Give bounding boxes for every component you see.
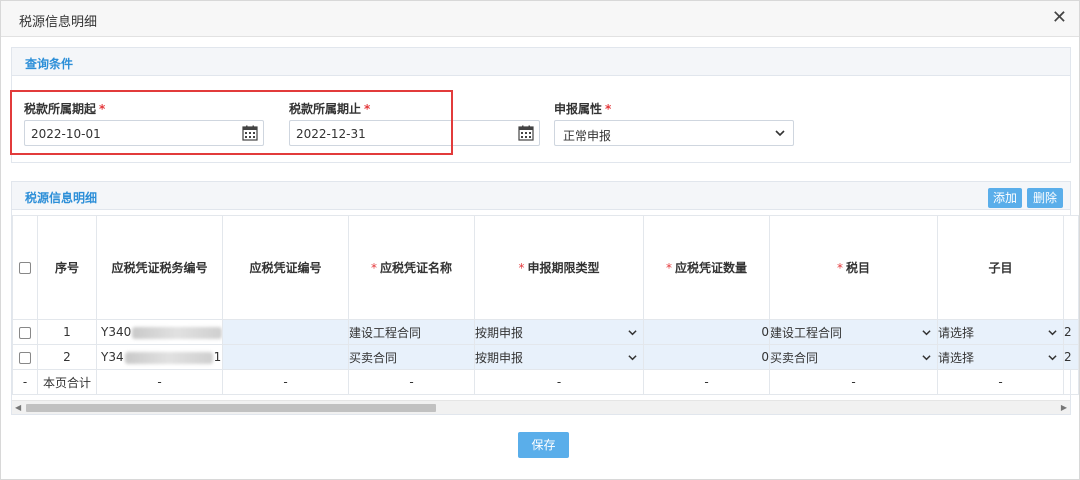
redacted-blur — [132, 326, 222, 339]
period-type-select[interactable]: 按期申报 — [474, 319, 644, 345]
save-button[interactable]: 保存 — [518, 432, 569, 458]
row-select-cell — [12, 319, 38, 345]
overflow-cell: 2 — [1063, 344, 1079, 370]
query-panel-header: 查询条件 — [12, 48, 1070, 76]
total-dash: - — [937, 369, 1064, 395]
chevron-down-icon — [1048, 330, 1057, 336]
detail-panel: 税源信息明细 添加 删除 序号 应税凭证税务编号 应税凭证编号 * 应税凭证名称 … — [11, 181, 1079, 415]
select-all-checkbox[interactable] — [19, 262, 31, 274]
voucher-name-cell: 建设工程合同 — [348, 319, 475, 345]
horizontal-scrollbar[interactable]: ◀ ▶ — [12, 400, 1070, 414]
sub-item-select[interactable]: 请选择 — [937, 344, 1064, 370]
col-header-required: * 申报期限类型 — [474, 215, 644, 320]
voucher-no-input[interactable] — [222, 344, 349, 370]
col-header — [1063, 215, 1079, 320]
tax-item-select[interactable]: 建设工程合同 — [769, 319, 938, 345]
date-range-highlight — [10, 90, 453, 155]
row-index: 1 — [37, 319, 97, 345]
quantity-input[interactable]: 0 — [643, 344, 770, 370]
chevron-down-icon — [628, 355, 637, 361]
table-row: 2 Y34105 买卖合同 按期申报 0 买卖合同 请选择 2 — [12, 344, 1079, 370]
total-dash: - — [12, 369, 38, 395]
total-row: - 本页合计 - - - - - - - — [12, 369, 1079, 395]
tax-no-cell: Y34105 — [96, 344, 223, 370]
chevron-down-icon — [775, 130, 785, 137]
total-empty — [1063, 369, 1079, 395]
chevron-down-icon — [628, 330, 637, 336]
select-all-cell — [12, 215, 38, 320]
quantity-input[interactable]: 0 — [643, 319, 770, 345]
required-mark: * — [605, 102, 612, 116]
declare-attr-label: 申报属性 * — [554, 102, 612, 116]
col-header: 序号 — [37, 215, 97, 320]
dialog-title: 税源信息明细 — [19, 15, 98, 30]
col-header: 应税凭证税务编号 — [96, 215, 223, 320]
delete-button[interactable]: 删除 — [1027, 188, 1063, 208]
table-header-row: 序号 应税凭证税务编号 应税凭证编号 * 应税凭证名称 * 申报期限类型 * 应税凭证… — [12, 215, 1079, 320]
col-header-required: * 应税凭证数量 — [643, 215, 770, 320]
row-checkbox[interactable] — [19, 351, 31, 364]
chevron-down-icon — [1048, 355, 1057, 361]
tax-source-dialog: 税源信息明细 ✕ 查询条件 税款所属期起 * 2022-10-01 税款所属期止 *… — [0, 0, 1080, 480]
col-header-required: * 税目 — [769, 215, 938, 320]
voucher-no-input[interactable] — [222, 319, 349, 345]
overflow-cell: 2 — [1063, 319, 1079, 345]
col-header: 子目 — [937, 215, 1064, 320]
col-header-required: * 应税凭证名称 — [348, 215, 475, 320]
col-header: 应税凭证编号 — [222, 215, 349, 320]
tax-item-select[interactable]: 买卖合同 — [769, 344, 938, 370]
total-dash: - — [643, 369, 770, 395]
period-type-select[interactable]: 按期申报 — [474, 344, 644, 370]
redacted-blur — [124, 351, 213, 364]
total-label: 本页合计 — [37, 369, 97, 395]
total-dash: - — [474, 369, 644, 395]
add-button[interactable]: 添加 — [988, 188, 1022, 208]
row-index: 2 — [37, 344, 97, 370]
tax-no-cell: Y34005 — [96, 319, 223, 345]
total-dash: - — [348, 369, 475, 395]
total-dash: - — [222, 369, 349, 395]
dialog-header: 税源信息明细 ✕ — [1, 1, 1079, 37]
scroll-right-icon[interactable]: ▶ — [1061, 403, 1067, 413]
chevron-down-icon — [922, 330, 931, 336]
detail-panel-header: 税源信息明细 添加 删除 — [12, 182, 1070, 210]
row-select-cell — [12, 344, 38, 370]
table-row: 1 Y34005 建设工程合同 按期申报 0 建设工程合同 请选择 2 — [12, 319, 1079, 345]
total-dash: - — [96, 369, 223, 395]
detail-panel-title: 税源信息明细 — [25, 191, 98, 205]
query-panel-title: 查询条件 — [25, 57, 74, 71]
declare-attr-select[interactable]: 正常申报 — [554, 120, 794, 146]
scroll-left-icon[interactable]: ◀ — [15, 403, 21, 413]
calendar-icon[interactable] — [518, 125, 534, 141]
declare-attr-value: 正常申报 — [563, 129, 612, 143]
detail-table: 序号 应税凭证税务编号 应税凭证编号 * 应税凭证名称 * 申报期限类型 * 应税凭证… — [12, 215, 1079, 395]
scrollbar-thumb[interactable] — [26, 404, 436, 412]
voucher-name-cell: 买卖合同 — [348, 344, 475, 370]
close-icon[interactable]: ✕ — [1052, 7, 1067, 29]
total-dash: - — [769, 369, 938, 395]
row-checkbox[interactable] — [19, 326, 31, 339]
sub-item-select[interactable]: 请选择 — [937, 319, 1064, 345]
chevron-down-icon — [922, 355, 931, 361]
